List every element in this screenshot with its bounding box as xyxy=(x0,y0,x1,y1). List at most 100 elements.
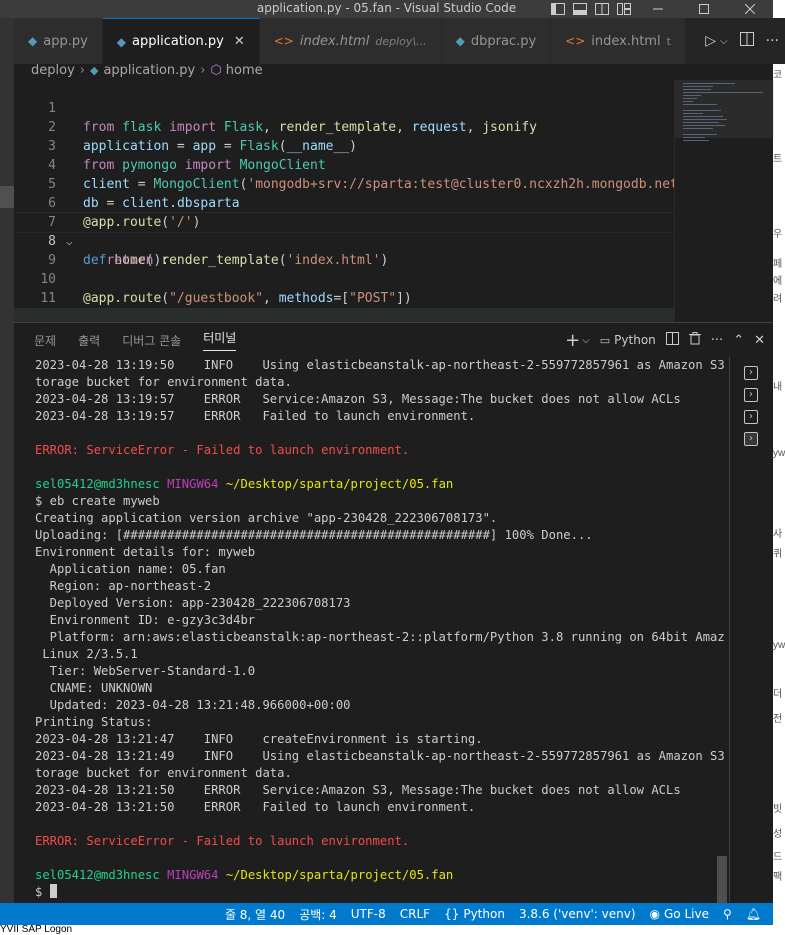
customize-layout-icon[interactable] xyxy=(613,0,635,18)
terminal-instances: › › › › xyxy=(729,357,773,902)
broadcast-icon: ◉ xyxy=(649,907,660,921)
prompt-shell: MINGW64 xyxy=(167,477,219,491)
terminal-line: $ eb create myweb xyxy=(35,494,160,508)
status-bar: 줄 8, 열 40 공백: 4 UTF-8 CRLF {} Python 3.8.… xyxy=(0,903,773,925)
run-icon[interactable]: ▷ xyxy=(705,33,716,49)
prompt-path: ~/Desktop/sparta/project/05.fan xyxy=(225,868,454,882)
terminal-instance-icon[interactable]: › xyxy=(744,432,758,446)
toggle-primary-sidebar-icon[interactable] xyxy=(547,0,569,18)
terminal-input-line[interactable]: $ xyxy=(35,884,725,901)
terminal-output[interactable]: 2023-04-28 13:19:50 INFO Using elasticbe… xyxy=(35,357,725,902)
python-file-icon: ◆ xyxy=(89,63,99,77)
html-file-icon: <> xyxy=(565,34,586,48)
indentation[interactable]: 공백: 4 xyxy=(299,906,337,923)
terminal-instance-icon[interactable]: › xyxy=(744,388,758,402)
chevron-right-icon: › xyxy=(79,62,85,78)
background-text: 퀴 xyxy=(773,549,783,560)
close-panel-icon[interactable]: ✕ xyxy=(754,333,765,348)
terminal-scrollbar[interactable] xyxy=(717,856,727,903)
tab-index-html-deploy[interactable]: <> index.html deploy\... xyxy=(259,18,442,64)
terminal-prompt: sel05412@md3hnesc MINGW64 ~/Desktop/spar… xyxy=(35,476,725,493)
breadcrumb-symbol[interactable]: home xyxy=(226,63,263,78)
run-dropdown-icon[interactable]: ⌵ xyxy=(720,36,728,47)
notifications-bell-icon[interactable]: 🔔︎ xyxy=(746,907,761,921)
more-actions-icon[interactable]: ··· xyxy=(711,333,723,348)
terminal-line: Platform: arn:aws:elasticbeanstalk:ap-no… xyxy=(35,630,725,644)
terminal-line: 2023-04-28 13:21:50 ERROR Failed to laun… xyxy=(35,800,476,814)
minimize-button[interactable] xyxy=(635,0,681,18)
minimap[interactable] xyxy=(674,80,774,322)
tab-debug-console[interactable]: 디버그 콘솔 xyxy=(122,332,181,349)
bottom-panel: 문제 출력 디버그 콘솔 터미널 + ⌵ ▭ Python ··· ⌃ ✕ 20… xyxy=(14,322,773,903)
go-live-button[interactable]: ◉ Go Live xyxy=(650,907,709,921)
terminal-prompt: sel05412@md3hnesc MINGW64 ~/Desktop/spar… xyxy=(35,867,725,884)
background-window: si 코 트 우 페 에 려 내 yw 사 퀴 ywr 더 전 빗 성 드 팩 xyxy=(773,0,785,935)
function-symbol-icon: ⬡ xyxy=(210,62,222,78)
panel-actions: + ⌵ ▭ Python ··· ⌃ ✕ xyxy=(565,323,765,357)
breadcrumb-file[interactable]: application.py xyxy=(103,63,195,78)
background-text: ywr xyxy=(773,640,785,651)
background-text: 더 xyxy=(773,689,783,700)
line-ending[interactable]: CRLF xyxy=(400,907,430,921)
new-terminal-icon[interactable]: + xyxy=(565,330,580,351)
code-line: 1 from flask import Flask, render_templa… xyxy=(14,80,674,135)
code-line: 7 ⌵ def home(): xyxy=(14,194,674,268)
split-editor-icon[interactable] xyxy=(739,32,754,50)
terminal-kind[interactable]: ▭ Python xyxy=(600,333,656,347)
terminal-line: 2023-04-28 13:19:50 INFO Using elasticbe… xyxy=(35,358,725,372)
editor-tabs: ◆ app.py ◆ application.py ✕ <> index.htm… xyxy=(14,18,773,64)
title-bar-controls xyxy=(547,0,773,18)
background-text: 내 xyxy=(773,382,783,393)
tab-problems[interactable]: 문제 xyxy=(34,332,56,349)
tab-dbprac-py[interactable]: ◆ dbprac.py xyxy=(441,18,552,64)
maximize-button[interactable] xyxy=(681,0,727,18)
terminal-line: 2023-04-28 13:21:50 ERROR Service:Amazon… xyxy=(35,783,681,797)
code-line: 11 ⌵ def guestbook_post(): xyxy=(14,270,674,322)
trash-icon[interactable] xyxy=(688,331,701,349)
editor-actions: ▷ ⌵ ··· xyxy=(699,18,785,64)
background-text: 코 xyxy=(773,70,783,81)
code-line-current: 8 return render_template('index.html') xyxy=(14,212,674,268)
html-file-icon: <> xyxy=(273,34,294,48)
toggle-panel-icon[interactable] xyxy=(569,0,591,18)
cursor-position[interactable]: 줄 8, 열 40 xyxy=(225,906,285,923)
prompt-path: ~/Desktop/sparta/project/05.fan xyxy=(225,477,454,491)
code-line: 2 application = app = Flask(__name__) xyxy=(14,99,674,154)
tab-terminal[interactable]: 터미널 xyxy=(203,329,237,351)
background-text: 트 xyxy=(773,154,783,165)
tab-output[interactable]: 출력 xyxy=(78,332,100,349)
chevron-down-icon[interactable]: ⌵ xyxy=(582,335,590,346)
encoding[interactable]: UTF-8 xyxy=(351,907,386,921)
close-window-button[interactable] xyxy=(727,0,773,18)
background-text: 드 xyxy=(773,852,783,863)
code-editor[interactable]: 1 from flask import Flask, render_templa… xyxy=(14,80,674,322)
activity-bar-selected-item[interactable] xyxy=(0,186,14,208)
maximize-panel-icon[interactable]: ⌃ xyxy=(733,333,744,348)
terminal-line: torage bucket for environment data. xyxy=(35,375,292,389)
more-actions-icon[interactable]: ··· xyxy=(766,33,779,49)
breadcrumb-folder[interactable]: deploy xyxy=(31,63,75,78)
tab-index-html[interactable]: <> index.html t xyxy=(551,18,686,64)
terminal-icon: ▭ xyxy=(599,333,611,347)
terminal-instance-icon[interactable]: › xyxy=(744,366,758,380)
terminal-kind-label: Python xyxy=(614,333,656,347)
python-interpreter[interactable]: 3.8.6 ('venv': venv) xyxy=(519,907,636,921)
terminal-error-line: ERROR: ServiceError - Failed to launch e… xyxy=(35,834,410,848)
code-line: 5 db = client.dbsparta xyxy=(14,156,674,211)
split-terminal-icon[interactable] xyxy=(665,331,679,349)
tab-app-py[interactable]: ◆ app.py xyxy=(14,18,103,64)
toggle-secondary-sidebar-icon[interactable] xyxy=(591,0,613,18)
tab-application-py[interactable]: ◆ application.py ✕ xyxy=(102,18,260,64)
code-line: 4 client = MongoClient('mongodb+srv://sp… xyxy=(14,137,674,192)
background-text: 려 xyxy=(773,294,783,305)
terminal-error-line: ERROR: ServiceError - Failed to launch e… xyxy=(35,443,410,457)
code-line: 10 @app.route("/guestbook", methods=["PO… xyxy=(14,251,674,306)
terminal-line: 2023-04-28 13:21:47 INFO createEnvironme… xyxy=(35,732,483,746)
code-line: 12 name_receive = request.form['name_giv… xyxy=(14,289,674,322)
language-mode[interactable]: {} Python xyxy=(444,907,505,921)
tab-label: dbprac.py xyxy=(470,33,537,49)
terminal-instance-icon[interactable]: › xyxy=(744,410,758,424)
feedback-icon[interactable]: ⚲ xyxy=(723,907,732,921)
close-tab-icon[interactable]: ✕ xyxy=(234,34,245,49)
